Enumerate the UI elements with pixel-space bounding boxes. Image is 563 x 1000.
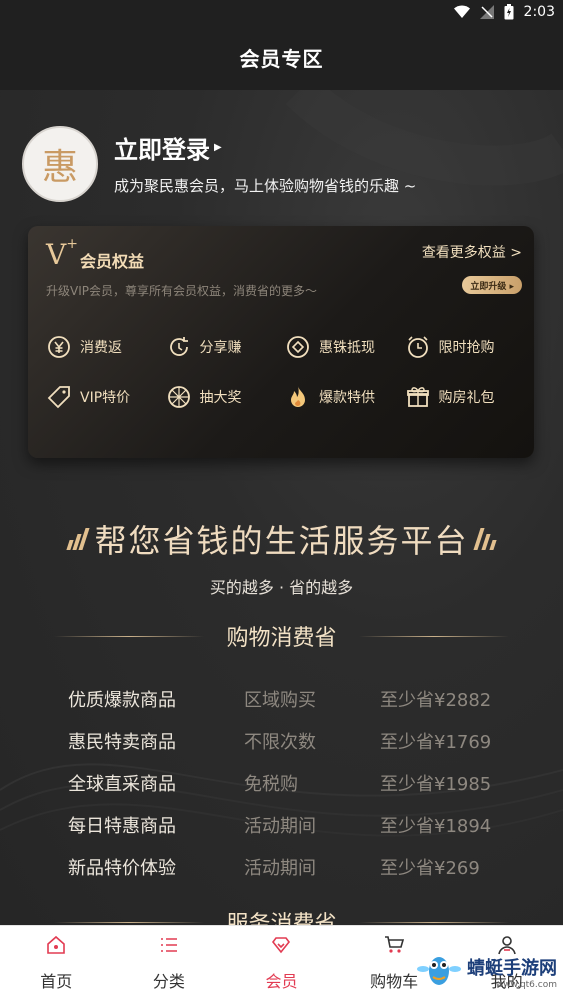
coin-diamond-icon [285, 334, 311, 360]
no-signal-icon [479, 5, 494, 19]
row-name: 全球直采商品 [68, 774, 176, 795]
diamond-heart-icon [270, 934, 292, 960]
row-condition: 不限次数 [244, 732, 316, 753]
benefit-label: 抽大奖 [199, 390, 242, 406]
divider-line [358, 635, 509, 637]
table-row: 每日特惠商品 活动期间 至少省¥1894 [68, 804, 528, 846]
dragonfly-logo-icon [417, 949, 461, 994]
benefits-grid: 消费返 分享赚 惠铢抵现 限时抢购 VIP特价 抽大奖 爆款特供 购房礼包 [46, 334, 524, 410]
benefit-label: 限时抢购 [438, 340, 495, 356]
section-title-text: 服务消费省 [226, 912, 337, 925]
row-condition: 免税购 [244, 774, 298, 795]
flame-icon [285, 384, 311, 410]
status-bar: 2:03 [0, 0, 563, 24]
row-name: 惠民特卖商品 [68, 732, 176, 753]
login-title: 立即登录 [114, 136, 210, 164]
table-row: 全球直采商品 免税购 至少省¥1985 [68, 762, 528, 804]
yen-circle-icon [46, 334, 72, 360]
row-saving: 至少省¥2882 [380, 690, 492, 711]
slogan-banner: 帮您省钱的生活服务平台 [0, 516, 563, 562]
nav-label: 分类 [152, 972, 185, 991]
benefit-label: 爆款特供 [319, 390, 375, 406]
row-name: 优质爆款商品 [68, 690, 176, 711]
row-saving: 至少省¥1769 [380, 732, 492, 753]
login-subtitle: 成为聚民惠会员，马上体验购物省钱的乐趣 ~ [114, 177, 417, 195]
row-name: 每日特惠商品 [68, 816, 176, 837]
home-icon [45, 934, 67, 960]
divider-line [54, 921, 205, 923]
benefits-description: 升级VIP会员，尊享所有会员权益，消费省的更多～ [46, 284, 317, 298]
list-icon [158, 934, 180, 960]
battery-icon [504, 4, 514, 20]
more-benefits-link[interactable]: 查看更多权益 > [422, 242, 522, 262]
slogan-subtitle: 买的越多 · 省的越多 [209, 578, 354, 597]
prize-wheel-icon [166, 384, 192, 410]
nav-item-home[interactable]: 首页 [0, 926, 113, 1000]
vip-badge: V + [46, 236, 78, 271]
wifi-icon [453, 5, 470, 19]
savings-table: 优质爆款商品 区域购买 至少省¥2882 惠民特卖商品 不限次数 至少省¥176… [68, 678, 528, 888]
row-condition: 活动期间 [244, 858, 316, 879]
nav-item-member[interactable]: 会员 [225, 926, 338, 1000]
nav-item-category[interactable]: 分类 [113, 926, 226, 1000]
vip-badge-plus: + [66, 236, 78, 252]
avatar[interactable]: 惠 [22, 126, 98, 202]
benefit-label: 惠铢抵现 [319, 340, 375, 356]
slogan-title: 帮您省钱的生活服务平台 [94, 522, 469, 560]
upgrade-button[interactable]: 立即升级 ▸ [462, 276, 522, 294]
bottom-nav: 首页 分类 会员 购物车 我的 蜻蜓手游网 www.qt6.com [0, 925, 563, 1000]
section-title-text: 购物消费省 [226, 626, 337, 651]
table-row: 优质爆款商品 区域购买 至少省¥2882 [68, 678, 528, 720]
benefit-item-hot-deals[interactable]: 爆款特供 [285, 384, 405, 410]
benefit-item-vip-price[interactable]: VIP特价 [46, 384, 166, 410]
row-saving: 至少省¥1985 [380, 774, 492, 795]
row-saving: 至少省¥269 [380, 858, 480, 879]
slogan-right-bars [472, 528, 497, 550]
nav-label: 会员 [265, 972, 298, 991]
login-link[interactable]: 立即登录 ▶ [114, 130, 222, 165]
watermark-url: www.qt6.com [495, 979, 557, 990]
table-row: 新品特价体验 活动期间 至少省¥269 [68, 846, 528, 888]
gift-icon [405, 384, 431, 410]
benefit-label: VIP特价 [80, 390, 131, 406]
benefits-title: 会员权益 [80, 252, 145, 271]
watermark: 蜻蜓手游网 www.qt6.com [417, 949, 557, 994]
row-saving: 至少省¥1894 [380, 816, 492, 837]
divider-line [54, 635, 205, 637]
caret-right-icon: ▶ [214, 142, 222, 153]
table-row: 惠民特卖商品 不限次数 至少省¥1769 [68, 720, 528, 762]
cart-icon [383, 934, 405, 960]
section-title-shopping: 购物消费省 [0, 620, 563, 652]
row-condition: 活动期间 [244, 816, 316, 837]
benefit-item-coin[interactable]: 惠铢抵现 [285, 334, 405, 360]
divider-line [358, 921, 509, 923]
member-benefits-card: V + 会员权益 查看更多权益 > 升级VIP会员，尊享所有会员权益，消费省的更多… [28, 226, 534, 458]
benefit-item-share[interactable]: 分享赚 [166, 334, 286, 360]
page-title: 会员专区 [239, 46, 324, 71]
share-refresh-icon [166, 334, 192, 360]
nav-label: 购物车 [370, 972, 419, 991]
watermark-text: 蜻蜓手游网 [467, 957, 557, 979]
benefit-item-lottery[interactable]: 抽大奖 [166, 384, 286, 410]
main-content[interactable]: 惠 立即登录 ▶ 成为聚民惠会员，马上体验购物省钱的乐趣 ~ V + 会员权益 查… [0, 90, 563, 925]
benefit-item-flash-sale[interactable]: 限时抢购 [405, 334, 525, 360]
section-title-service: 服务消费省 [0, 906, 563, 925]
benefit-item-cashback[interactable]: 消费返 [46, 334, 166, 360]
price-tag-icon [46, 384, 72, 410]
benefit-label: 分享赚 [199, 340, 242, 356]
slogan-left-bars [66, 528, 91, 550]
status-time: 2:03 [523, 4, 555, 20]
page-header: 会员专区 [0, 24, 563, 90]
benefit-item-house-gift[interactable]: 购房礼包 [405, 384, 525, 410]
benefit-label: 消费返 [80, 340, 122, 356]
vip-badge-letter: V [46, 238, 67, 271]
row-name: 新品特价体验 [68, 858, 176, 879]
row-condition: 区域购买 [244, 690, 316, 711]
watermark-text-block: 蜻蜓手游网 www.qt6.com [467, 954, 557, 990]
avatar-logo: 惠 [41, 147, 78, 188]
alarm-clock-icon [405, 334, 431, 360]
benefit-label: 购房礼包 [438, 390, 495, 406]
nav-label: 首页 [40, 972, 73, 991]
